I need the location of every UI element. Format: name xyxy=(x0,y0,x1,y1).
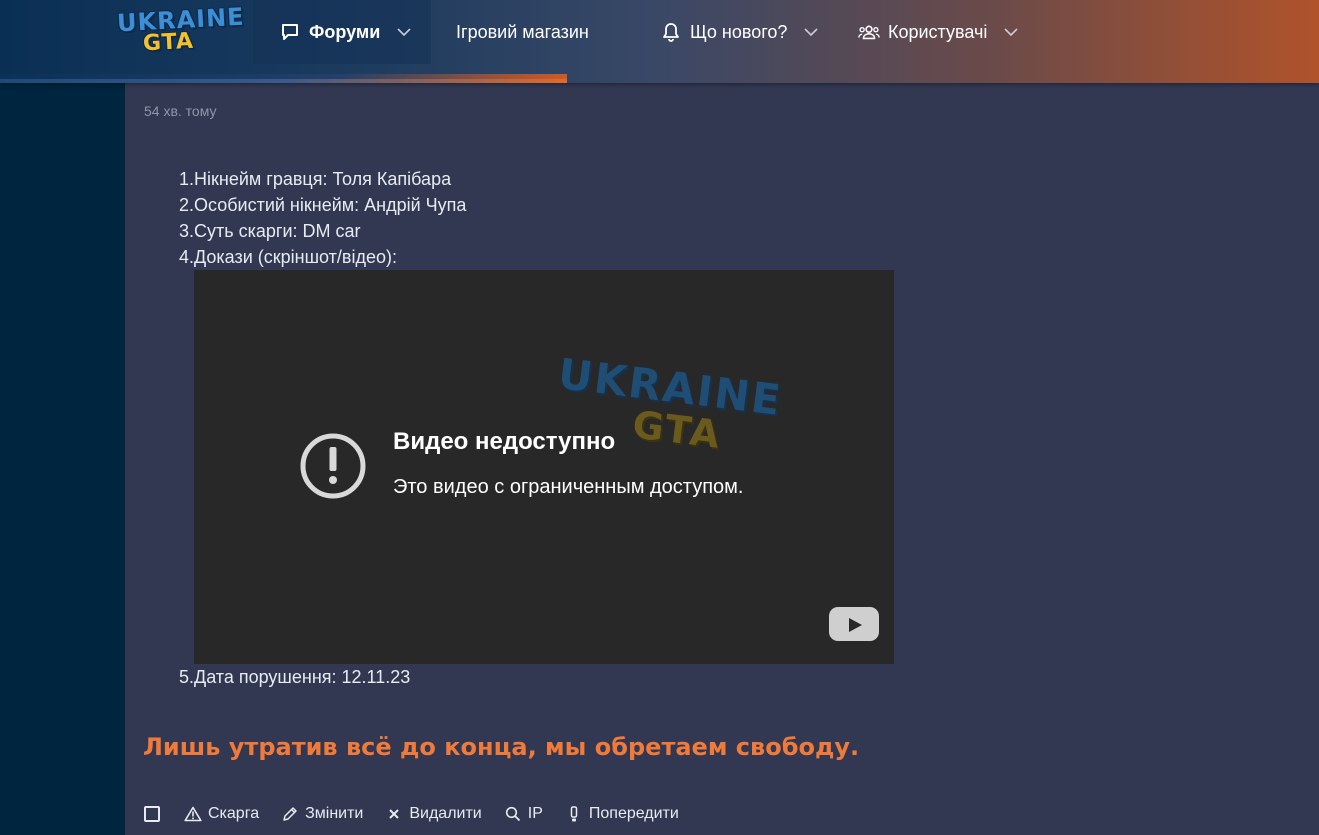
list-item: 4. Докази (скріншот/відео): xyxy=(144,244,466,270)
warn-label: Попередити xyxy=(588,805,679,822)
list-number: 2. xyxy=(178,195,194,215)
list-number: 5. xyxy=(178,667,194,687)
embedded-video-player[interactable]: UKRAINE GTA Видео недоступно Это видео с… xyxy=(194,270,894,664)
active-nav-indicator xyxy=(0,74,567,83)
select-post-checkbox[interactable] xyxy=(144,806,160,822)
search-icon xyxy=(504,805,522,823)
youtube-play-icon[interactable] xyxy=(829,607,879,641)
close-icon xyxy=(385,805,403,823)
delete-button[interactable]: Видалити xyxy=(385,805,482,823)
video-error-title: Видео недоступно xyxy=(393,428,616,455)
list-text: Суть скарги: DM car xyxy=(194,221,361,241)
site-header: UKRAINE GTA Форуми Ігровий магазин Що но… xyxy=(0,0,1319,83)
logo-text-bottom: GTA xyxy=(142,28,195,57)
warning-triangle-icon xyxy=(184,805,202,823)
exclamation-circle-icon xyxy=(299,432,367,500)
report-button[interactable]: Скарга xyxy=(184,805,259,823)
nav-forums[interactable]: Форуми xyxy=(253,0,431,64)
ip-button[interactable]: IP xyxy=(504,805,543,823)
list-item: 5. Дата порушення: 12.11.23 xyxy=(144,664,410,690)
site-logo[interactable]: UKRAINE GTA xyxy=(115,3,245,60)
chevron-down-icon[interactable] xyxy=(803,24,819,40)
list-number: 1. xyxy=(178,169,194,189)
bell-icon xyxy=(660,21,682,43)
delete-label: Видалити xyxy=(409,805,482,822)
users-icon xyxy=(858,21,880,43)
list-number: 3. xyxy=(178,221,194,241)
list-number: 4. xyxy=(178,247,194,267)
nav-users[interactable]: Користувачі xyxy=(858,0,1019,64)
list-text: Нікнейм гравця: Толя Капібара xyxy=(194,169,452,189)
edit-button[interactable]: Змінити xyxy=(281,805,363,823)
nav-shop-label: Ігровий магазин xyxy=(456,21,589,42)
nav-shop[interactable]: Ігровий магазин xyxy=(456,0,589,64)
chat-bubble-icon xyxy=(279,21,301,43)
chevron-down-icon[interactable] xyxy=(396,24,412,40)
pencil-icon xyxy=(281,805,299,823)
left-gutter xyxy=(0,0,125,835)
video-error-message: Это видео с ограниченным доступом. xyxy=(393,476,744,498)
report-label: Скарга xyxy=(208,805,260,822)
list-text: Докази (скріншот/відео): xyxy=(194,247,397,267)
list-text: Особистий нікнейм: Андрій Чупа xyxy=(194,195,467,215)
nav-users-label: Користувачі xyxy=(888,21,988,42)
chevron-down-icon[interactable] xyxy=(1003,24,1019,40)
ip-label: IP xyxy=(527,805,543,822)
nav-forums-label: Форуми xyxy=(309,21,381,42)
watermark-text-bottom: GTA xyxy=(630,402,724,457)
list-item: 3. Суть скарги: DM car xyxy=(144,218,466,244)
list-text: Дата порушення: 12.11.23 xyxy=(194,667,411,687)
post-timestamp[interactable]: 54 хв. тому xyxy=(144,103,217,119)
nav-whats-new[interactable]: Що нового? xyxy=(660,0,819,64)
edit-label: Змінити xyxy=(305,805,364,822)
list-item: 2. Особистий нікнейм: Андрій Чупа xyxy=(144,192,466,218)
post-action-bar: Скарга Змінити Видалити IP Попередити xyxy=(144,802,701,826)
user-signature: Лишь утратив всё до конца, мы обретаем с… xyxy=(143,733,860,761)
post-body-list: 1. Нікнейм гравця: Толя Капібара 2. Особ… xyxy=(144,166,466,270)
warn-button[interactable]: Попередити xyxy=(565,805,679,823)
list-item: 1. Нікнейм гравця: Толя Капібара xyxy=(144,166,466,192)
nav-whats-new-label: Що нового? xyxy=(690,21,788,42)
channel-watermark: UKRAINE GTA xyxy=(548,349,785,485)
exclamation-icon xyxy=(565,805,583,823)
